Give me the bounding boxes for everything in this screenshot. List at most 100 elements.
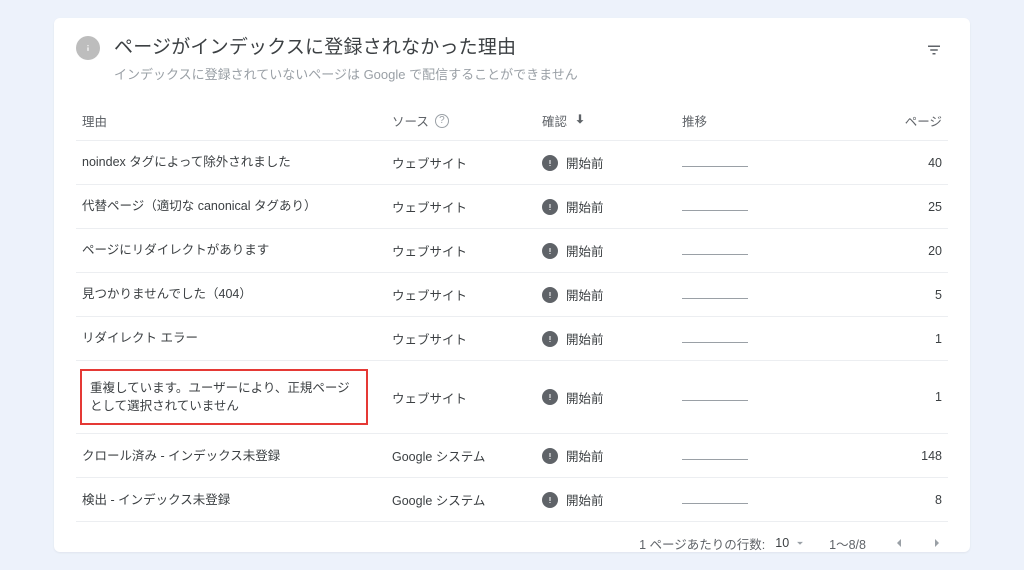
reason-cell: ページにリダイレクトがあります bbox=[76, 229, 386, 273]
sort-down-icon bbox=[573, 112, 587, 129]
trend-sparkline bbox=[682, 254, 748, 255]
pagination-nav bbox=[888, 532, 948, 554]
table-row[interactable]: 検出 - インデックス未登録Google システム 開始前 8 bbox=[76, 478, 948, 522]
trend-cell bbox=[676, 317, 796, 361]
status-cell: 開始前 bbox=[536, 185, 676, 229]
trend-sparkline bbox=[682, 298, 748, 299]
status-cell: 開始前 bbox=[536, 317, 676, 361]
trend-cell bbox=[676, 229, 796, 273]
status-label: 開始前 bbox=[566, 241, 604, 260]
pages-cell: 1 bbox=[796, 317, 948, 361]
status-cell: 開始前 bbox=[536, 434, 676, 478]
exclamation-icon bbox=[542, 287, 558, 303]
source-cell: ウェブサイト bbox=[386, 229, 536, 273]
pages-cell: 40 bbox=[796, 141, 948, 185]
help-icon[interactable]: ? bbox=[435, 114, 449, 128]
col-confirm[interactable]: 確認 bbox=[536, 103, 676, 141]
col-source[interactable]: ソース ? bbox=[386, 103, 536, 141]
table-row[interactable]: ページにリダイレクトがありますウェブサイト 開始前 20 bbox=[76, 229, 948, 273]
status-cell: 開始前 bbox=[536, 141, 676, 185]
exclamation-icon bbox=[542, 389, 558, 405]
col-pages[interactable]: ページ bbox=[796, 103, 948, 141]
reason-cell: 見つかりませんでした（404） bbox=[76, 273, 386, 317]
source-cell: Google システム bbox=[386, 434, 536, 478]
chevron-left-icon bbox=[891, 535, 907, 551]
table-row[interactable]: クロール済み - インデックス未登録Google システム 開始前 148 bbox=[76, 434, 948, 478]
source-cell: ウェブサイト bbox=[386, 317, 536, 361]
exclamation-icon bbox=[542, 448, 558, 464]
chevron-right-icon bbox=[929, 535, 945, 551]
status-cell: 開始前 bbox=[536, 478, 676, 522]
status-label: 開始前 bbox=[566, 285, 604, 304]
source-cell: Google システム bbox=[386, 478, 536, 522]
pages-cell: 1 bbox=[796, 361, 948, 434]
pagination-range: 1～8/8 bbox=[829, 534, 866, 553]
trend-sparkline bbox=[682, 342, 748, 343]
col-reason[interactable]: 理由 bbox=[76, 103, 386, 141]
status-label: 開始前 bbox=[566, 329, 604, 348]
status-label: 開始前 bbox=[566, 388, 604, 407]
filter-button[interactable] bbox=[920, 36, 948, 64]
trend-cell bbox=[676, 434, 796, 478]
reason-cell: 代替ページ（適切な canonical タグあり） bbox=[76, 185, 386, 229]
status-cell: 開始前 bbox=[536, 361, 676, 434]
source-cell: ウェブサイト bbox=[386, 185, 536, 229]
pages-cell: 5 bbox=[796, 273, 948, 317]
table-row[interactable]: 見つかりませんでした（404）ウェブサイト 開始前 5 bbox=[76, 273, 948, 317]
table-row[interactable]: リダイレクト エラーウェブサイト 開始前 1 bbox=[76, 317, 948, 361]
trend-sparkline bbox=[682, 210, 748, 211]
table-row[interactable]: 代替ページ（適切な canonical タグあり）ウェブサイト 開始前 25 bbox=[76, 185, 948, 229]
trend-cell bbox=[676, 273, 796, 317]
info-icon bbox=[76, 36, 100, 60]
col-trend[interactable]: 推移 bbox=[676, 103, 796, 141]
card-header: ページがインデックスに登録されなかった理由 インデックスに登録されていないページ… bbox=[76, 36, 948, 103]
next-page-button[interactable] bbox=[926, 532, 948, 554]
pages-cell: 148 bbox=[796, 434, 948, 478]
exclamation-icon bbox=[542, 199, 558, 215]
rows-per-page-label: 1 ページあたりの行数: bbox=[639, 534, 765, 553]
status-cell: 開始前 bbox=[536, 229, 676, 273]
indexing-reasons-card: ページがインデックスに登録されなかった理由 インデックスに登録されていないページ… bbox=[54, 18, 970, 552]
source-cell: ウェブサイト bbox=[386, 273, 536, 317]
prev-page-button[interactable] bbox=[888, 532, 910, 554]
table-row[interactable]: noindex タグによって除外されましたウェブサイト 開始前 40 bbox=[76, 141, 948, 185]
trend-cell bbox=[676, 478, 796, 522]
source-cell: ウェブサイト bbox=[386, 141, 536, 185]
status-label: 開始前 bbox=[566, 197, 604, 216]
trend-cell bbox=[676, 141, 796, 185]
pagination-footer: 1 ページあたりの行数: 10 1～8/8 bbox=[76, 521, 948, 554]
pages-cell: 20 bbox=[796, 229, 948, 273]
status-cell: 開始前 bbox=[536, 273, 676, 317]
card-subtitle: インデックスに登録されていないページは Google で配信することができません bbox=[114, 64, 578, 83]
status-label: 開始前 bbox=[566, 446, 604, 465]
status-label: 開始前 bbox=[566, 490, 604, 509]
table-row[interactable]: 重複しています。ユーザーにより、正規ページとして選択されていませんウェブサイト 開… bbox=[76, 361, 948, 434]
exclamation-icon bbox=[542, 155, 558, 171]
pages-cell: 8 bbox=[796, 478, 948, 522]
trend-cell bbox=[676, 185, 796, 229]
source-cell: ウェブサイト bbox=[386, 361, 536, 434]
trend-sparkline bbox=[682, 400, 748, 401]
card-title: ページがインデックスに登録されなかった理由 bbox=[114, 36, 578, 60]
reasons-table: 理由 ソース ? 確認 推移 ページ bbox=[76, 103, 948, 521]
highlighted-reason: 重複しています。ユーザーにより、正規ページとして選択されていません bbox=[80, 369, 368, 425]
reason-cell: 重複しています。ユーザーにより、正規ページとして選択されていません bbox=[76, 361, 386, 434]
reason-cell: クロール済み - インデックス未登録 bbox=[76, 434, 386, 478]
trend-sparkline bbox=[682, 503, 748, 504]
exclamation-icon bbox=[542, 243, 558, 259]
exclamation-icon bbox=[542, 492, 558, 508]
rows-per-page-select[interactable]: 10 bbox=[775, 536, 807, 550]
trend-sparkline bbox=[682, 459, 748, 460]
exclamation-icon bbox=[542, 331, 558, 347]
filter-icon bbox=[925, 41, 943, 59]
trend-cell bbox=[676, 361, 796, 434]
status-label: 開始前 bbox=[566, 153, 604, 172]
dropdown-icon bbox=[793, 536, 807, 550]
reason-cell: noindex タグによって除外されました bbox=[76, 141, 386, 185]
rows-per-page: 1 ページあたりの行数: 10 bbox=[639, 534, 807, 553]
table-header-row: 理由 ソース ? 確認 推移 ページ bbox=[76, 103, 948, 141]
reason-cell: リダイレクト エラー bbox=[76, 317, 386, 361]
reason-cell: 検出 - インデックス未登録 bbox=[76, 478, 386, 522]
pages-cell: 25 bbox=[796, 185, 948, 229]
card-title-block: ページがインデックスに登録されなかった理由 インデックスに登録されていないページ… bbox=[114, 36, 578, 83]
